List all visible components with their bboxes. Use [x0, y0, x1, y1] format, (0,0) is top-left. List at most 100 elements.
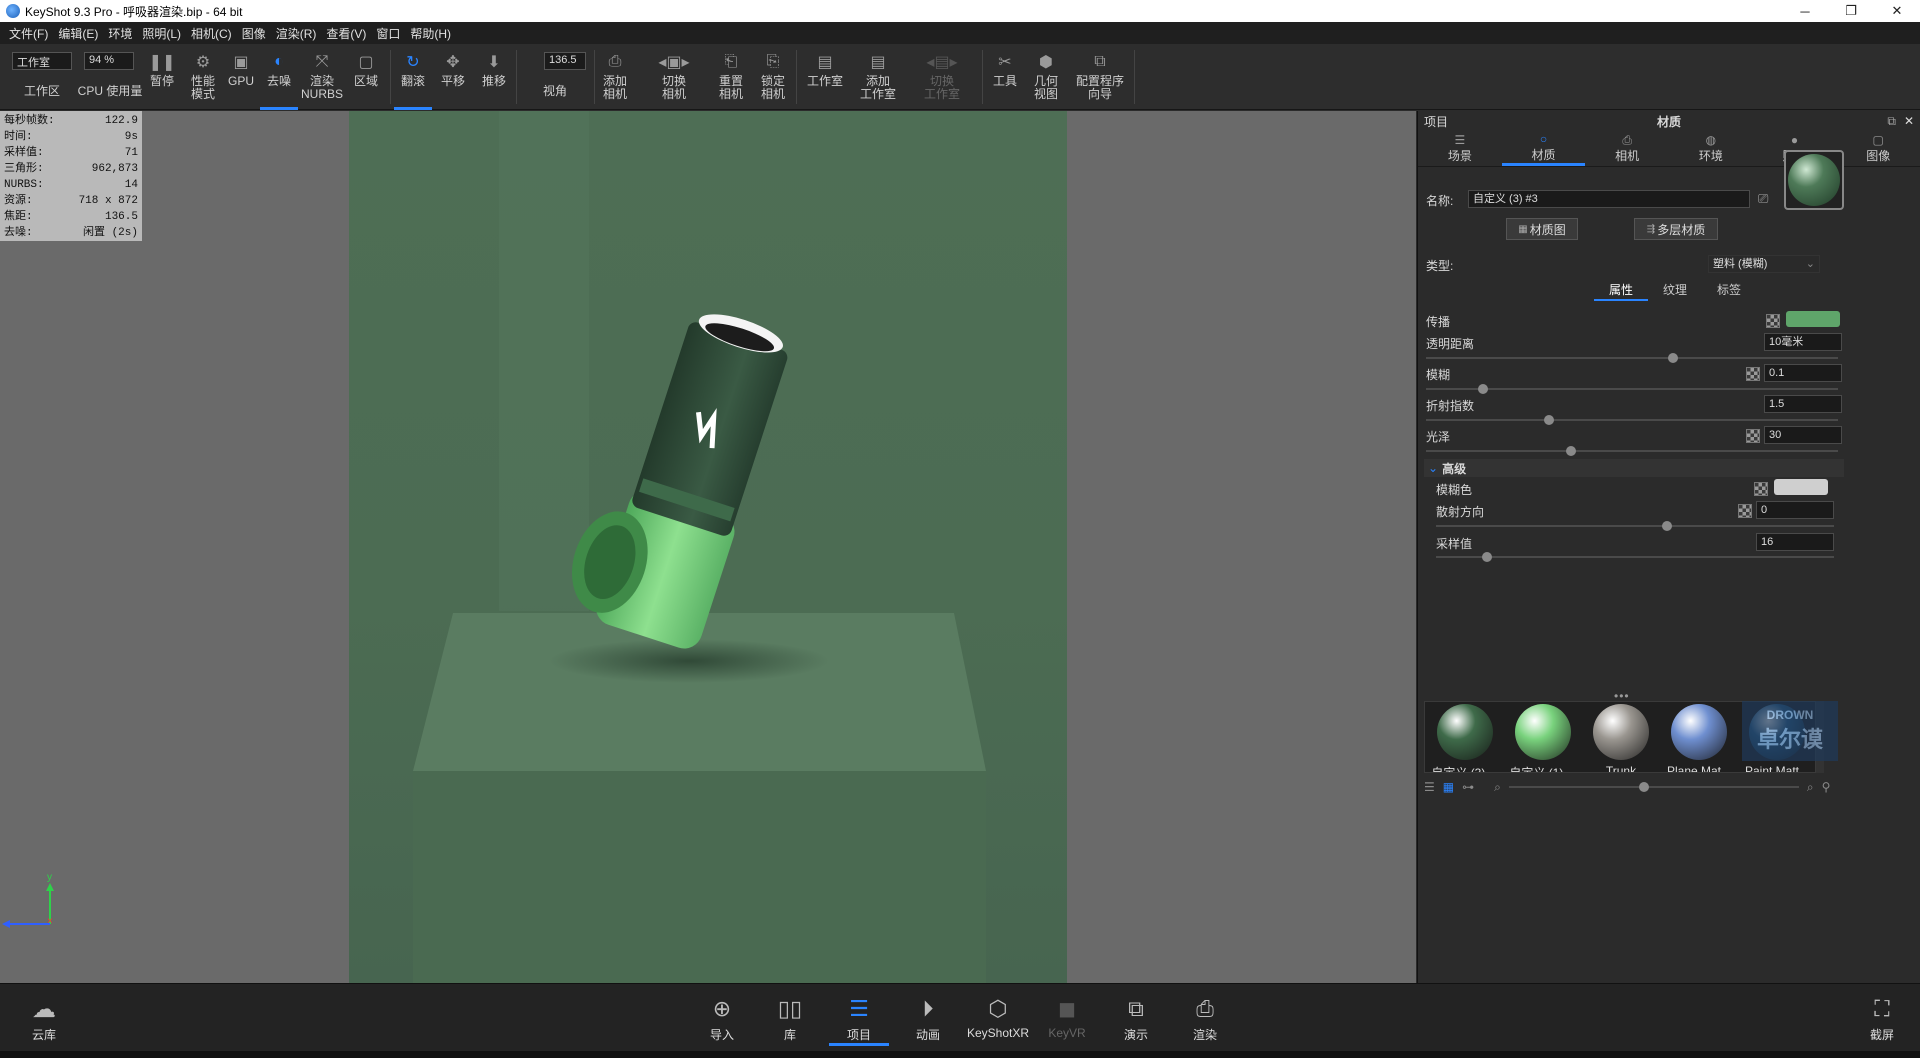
undock-icon[interactable]: ⧉ [1887, 114, 1896, 129]
library-item[interactable]: 自定义 (1) ... [1503, 704, 1583, 772]
menu-image[interactable]: 图像 [237, 25, 271, 42]
add-camera-button[interactable]: ⎙ 添加 相机 [598, 44, 632, 110]
menu-window[interactable]: 窗口 [371, 25, 405, 42]
tree-view-icon[interactable]: ⊶ [1462, 780, 1474, 794]
pause-button[interactable]: ❚❚ 暂停 [146, 44, 178, 110]
slider-knob[interactable] [1566, 446, 1576, 456]
advanced-section-header[interactable]: ⌄ 高级 [1424, 459, 1844, 477]
panel-close-icon[interactable]: ✕ [1904, 114, 1914, 128]
library-item[interactable]: Trunk [1581, 704, 1661, 772]
minimize-button[interactable]: ─ [1782, 0, 1828, 22]
dolly-button[interactable]: ⬇ 推移 [477, 44, 511, 110]
blur-color-swatch[interactable] [1774, 479, 1828, 495]
lock-camera-button[interactable]: ⎘ 锁定 相机 [756, 44, 790, 110]
texture-map-icon[interactable] [1746, 429, 1760, 443]
workspace-button[interactable]: 工作区 [14, 44, 70, 110]
save-material-icon[interactable]: ⎚ [1758, 191, 1768, 207]
blur-slider[interactable] [1426, 384, 1838, 394]
material-graph-button[interactable]: ▦ 材质图 [1506, 218, 1578, 240]
tumble-button[interactable]: ↻ 翻滚 [394, 44, 432, 110]
close-button[interactable]: ✕ [1874, 0, 1920, 22]
menu-lighting[interactable]: 照明(L) [137, 25, 186, 42]
animation-button[interactable]: ⏵ 动画 [898, 992, 958, 1043]
region-button[interactable]: ▢ 区域 [348, 44, 384, 110]
render-nurbs-button[interactable]: ⤧ 渲染 NURBS [301, 44, 343, 110]
subtab-textures[interactable]: 纹理 [1648, 281, 1702, 301]
fov-button[interactable]: 视角 [522, 44, 588, 110]
multilayer-material-button[interactable]: ⇶ 多层材质 [1634, 218, 1718, 240]
tab-image[interactable]: ▢ 图像 [1836, 131, 1920, 166]
ior-slider[interactable] [1426, 415, 1838, 425]
material-name-input[interactable]: 自定义 (3) #3 [1468, 190, 1750, 208]
performance-mode-button[interactable]: ⚙ 性能 模式 [184, 44, 222, 110]
scatter-slider[interactable] [1436, 521, 1834, 531]
transparency-distance-input[interactable]: 10毫米 [1764, 333, 1842, 351]
render-viewport[interactable]: 每秒帧数: 122.9 时间: 9s 采样值: 71 三角形: 962,873 NURB… [0, 111, 1416, 983]
texture-map-icon[interactable] [1746, 367, 1760, 381]
subtab-properties[interactable]: 属性 [1594, 281, 1648, 301]
subtab-labels[interactable]: 标签 [1702, 281, 1756, 301]
menu-file[interactable]: 文件(F) [4, 25, 53, 42]
thumbnail-size-slider[interactable] [1508, 782, 1799, 792]
list-view-icon[interactable]: ☰ [1424, 780, 1435, 794]
cloud-library-button[interactable]: ☁ 云库 [14, 992, 74, 1043]
denoise-button[interactable]: ◐ 去噪 [260, 44, 298, 110]
keyvr-button[interactable]: ◼ KeyVR [1037, 992, 1097, 1040]
texture-map-icon[interactable] [1766, 314, 1780, 328]
switch-studio-button[interactable]: ◂▤▸ 切换 工作室 [912, 44, 972, 110]
cpu-usage-button[interactable]: CPU 使用量 [76, 44, 144, 110]
gpu-button[interactable]: ▣ GPU [226, 44, 256, 110]
texture-map-icon[interactable] [1738, 504, 1752, 518]
zoom-in-icon[interactable]: ⌕ [1807, 780, 1814, 795]
filter-icon[interactable]: ⚲ [1822, 780, 1831, 794]
grid-view-icon[interactable]: ▦ [1443, 780, 1454, 794]
samples-slider[interactable] [1436, 552, 1834, 562]
menu-edit[interactable]: 编辑(E) [53, 25, 103, 42]
geometry-view-button[interactable]: ⬢ 几何 视图 [1028, 44, 1064, 110]
maximize-button[interactable]: ❐ [1828, 0, 1874, 22]
add-studio-button[interactable]: ▤ 添加 工作室 [856, 44, 900, 110]
material-type-select[interactable]: 塑料 (模糊) ⌄ [1708, 255, 1820, 273]
screenshot-button[interactable]: ⛶ 截屏 [1852, 992, 1912, 1043]
gloss-input[interactable]: 30 [1764, 426, 1842, 444]
transmission-color-swatch[interactable] [1786, 311, 1840, 327]
configurator-wizard-button[interactable]: ⧉ 配置程序 向导 [1070, 44, 1130, 110]
switch-camera-button[interactable]: ◂▣▸ 切换 相机 [644, 44, 704, 110]
render-button[interactable]: ⎙ 渲染 [1175, 992, 1235, 1043]
material-preview[interactable] [1784, 150, 1844, 210]
tab-material[interactable]: ○ 材质 [1501, 131, 1586, 166]
tab-scene[interactable]: ☰ 场景 [1418, 131, 1502, 166]
presentation-button[interactable]: ⧉ 演示 [1106, 992, 1166, 1043]
gloss-slider[interactable] [1426, 446, 1838, 456]
slider-knob[interactable] [1668, 353, 1678, 363]
transparency-slider[interactable] [1426, 353, 1838, 363]
menu-render[interactable]: 渲染(R) [271, 25, 322, 42]
pan-button[interactable]: ✥ 平移 [436, 44, 470, 110]
library-item[interactable]: Plane Mat... [1659, 704, 1739, 772]
keyshotxr-button[interactable]: ⬡ KeyShotXR [967, 992, 1029, 1040]
ior-input[interactable]: 1.5 [1764, 395, 1842, 413]
blur-input[interactable]: 0.1 [1764, 364, 1842, 382]
slider-knob[interactable] [1638, 782, 1649, 792]
library-item[interactable]: 自定义 (3) ... [1425, 704, 1505, 772]
tab-environment[interactable]: ◍ 环境 [1669, 131, 1753, 166]
slider-knob[interactable] [1544, 415, 1554, 425]
tools-button[interactable]: ✂ 工具 [988, 44, 1022, 110]
texture-map-icon[interactable] [1754, 482, 1768, 496]
tab-camera[interactable]: ⎙ 相机 [1585, 131, 1669, 166]
slider-knob[interactable] [1662, 521, 1672, 531]
menu-camera[interactable]: 相机(C) [186, 25, 237, 42]
menu-view[interactable]: 查看(V) [321, 25, 371, 42]
zoom-out-icon[interactable]: ⌕ [1494, 780, 1501, 795]
import-button[interactable]: ⊕ 导入 [692, 992, 752, 1043]
project-button[interactable]: ☰ 项目 [829, 992, 889, 1046]
menu-environment[interactable]: 环境 [103, 25, 137, 42]
reset-camera-button[interactable]: ⎗ 重置 相机 [714, 44, 748, 110]
slider-knob[interactable] [1478, 384, 1488, 394]
studio-button[interactable]: ▤ 工作室 [802, 44, 848, 110]
render-region[interactable] [349, 111, 1067, 983]
scatter-direction-input[interactable]: 0 [1756, 501, 1834, 519]
menu-help[interactable]: 帮助(H) [405, 25, 456, 42]
slider-knob[interactable] [1482, 552, 1492, 562]
library-button[interactable]: ▯▯ 库 [760, 992, 820, 1043]
